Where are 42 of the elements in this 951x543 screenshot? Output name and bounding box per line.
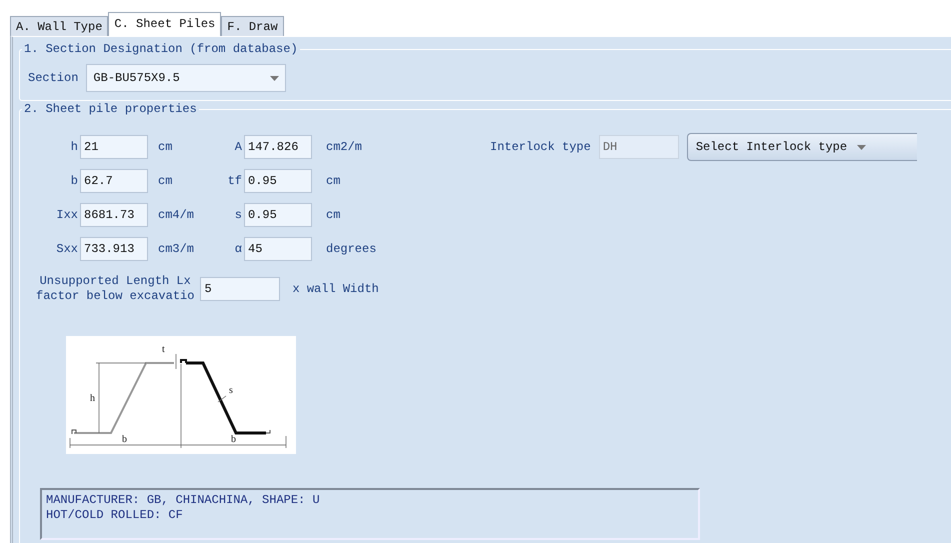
unit-label: cm xyxy=(325,174,342,188)
field-label: α xyxy=(234,242,243,256)
input-field[interactable]: 21 xyxy=(80,135,148,159)
field-label: Unsupported Length Lx factor below excavatio xyxy=(36,274,194,304)
input-field[interactable]: 5 xyxy=(200,277,280,301)
field-label: h xyxy=(70,140,79,154)
info-text: HOT/COLD ROLLED: CF xyxy=(46,508,184,523)
tab[interactable]: A. Wall Type xyxy=(10,16,108,36)
input-field[interactable]: DH xyxy=(598,135,679,159)
input-field[interactable]: 45 xyxy=(244,237,312,261)
unit-label: degrees xyxy=(325,242,378,256)
tab[interactable]: F. Draw xyxy=(221,16,284,36)
unit-label: cm4/m xyxy=(157,208,196,222)
input-field[interactable]: 0.95 xyxy=(244,169,312,193)
tab[interactable]: C. Sheet Piles xyxy=(108,12,222,36)
sheet-pile-diagram: t h s b b xyxy=(66,336,296,454)
field-label: Interlock type xyxy=(490,140,591,154)
caret-icon xyxy=(857,144,866,150)
group-title: 1. Section Designation (from database) xyxy=(22,42,300,56)
field-label: A xyxy=(234,140,243,154)
unit-label: cm xyxy=(157,174,174,188)
field-label: Ixx xyxy=(55,208,79,222)
input-field[interactable]: 8681.73 xyxy=(80,203,148,227)
field-label: b xyxy=(70,174,79,188)
unit-label: cm xyxy=(325,208,342,222)
input-field[interactable]: 733.913 xyxy=(80,237,148,261)
field-label: Sxx xyxy=(55,242,79,256)
unit-label: cm2/m xyxy=(325,140,364,154)
section-dropdown[interactable]: GB-BU575X9.5 xyxy=(86,64,286,92)
unit-label: x wall Width xyxy=(291,282,379,296)
field-label: tf xyxy=(226,174,243,188)
input-field[interactable]: 0.95 xyxy=(244,203,312,227)
field-label: Section xyxy=(28,71,78,85)
input-field[interactable]: 62.7 xyxy=(80,169,148,193)
unit-label: cm3/m xyxy=(157,242,196,256)
caret-icon xyxy=(270,76,280,80)
group-title: 2. Sheet pile properties xyxy=(22,102,199,116)
input-field[interactable]: 147.826 xyxy=(244,135,312,159)
field-label: s xyxy=(234,208,243,222)
interlock-dropdown[interactable]: Select Interlock type xyxy=(686,133,917,161)
info-text: MANUFACTURER: GB, CHINACHINA, SHAPE: U xyxy=(46,493,321,508)
unit-label: cm xyxy=(157,140,174,154)
